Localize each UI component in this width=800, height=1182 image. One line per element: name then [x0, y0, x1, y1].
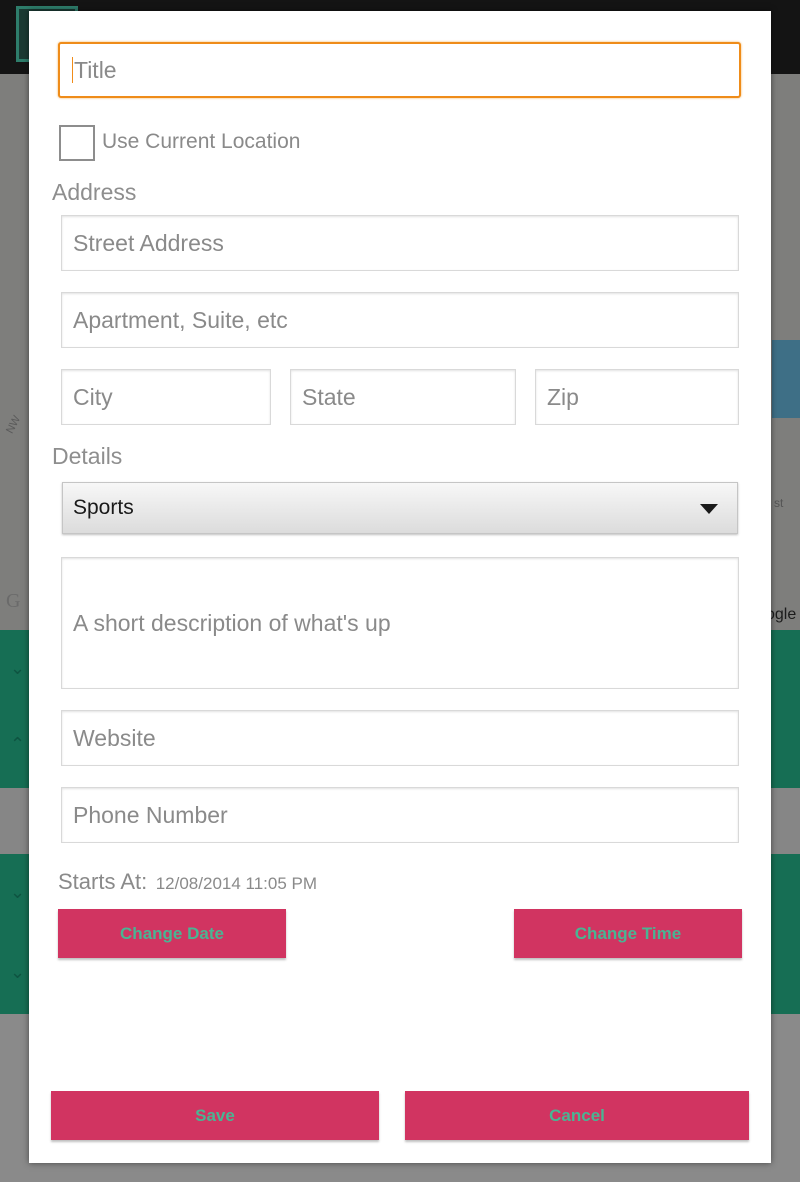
chevron-up-icon: ⌃	[10, 734, 26, 754]
map-attribution-left: G	[6, 590, 21, 612]
phone-number-placeholder: Phone Number	[73, 801, 228, 828]
change-time-button[interactable]: Change Time	[514, 909, 742, 958]
description-input[interactable]: A short description of what's up	[61, 557, 739, 689]
use-current-location-checkbox[interactable]	[59, 125, 95, 161]
chevron-down-icon: ⌄	[10, 882, 26, 902]
street-address-placeholder: Street Address	[73, 229, 224, 256]
title-placeholder: Title	[74, 56, 117, 83]
map-water	[772, 340, 800, 418]
text-cursor	[72, 57, 73, 83]
city-placeholder: City	[73, 383, 113, 410]
title-input[interactable]: Title	[58, 42, 741, 98]
use-current-location-label[interactable]: Use Current Location	[102, 130, 300, 154]
apartment-input[interactable]: Apartment, Suite, etc	[61, 292, 739, 348]
chevron-down-icon: ⌄	[10, 962, 26, 982]
category-selected-value: Sports	[73, 496, 134, 519]
zip-input[interactable]: Zip	[535, 369, 739, 425]
category-select[interactable]: Sports	[62, 482, 738, 534]
street-address-input[interactable]: Street Address	[61, 215, 739, 271]
dropdown-arrow-icon	[700, 504, 718, 514]
details-heading: Details	[52, 443, 123, 469]
phone-number-input[interactable]: Phone Number	[61, 787, 739, 843]
map-street-suffix: st	[774, 496, 784, 510]
description-placeholder: A short description of what's up	[73, 609, 391, 636]
starts-at-value: 12/08/2014 11:05 PM	[155, 874, 318, 893]
website-placeholder: Website	[73, 724, 156, 751]
city-input[interactable]: City	[61, 369, 271, 425]
state-input[interactable]: State	[290, 369, 516, 425]
chevron-down-icon: ⌄	[10, 658, 26, 678]
cancel-button[interactable]: Cancel	[405, 1091, 749, 1140]
starts-at-row: Starts At: 12/08/2014 11:05 PM	[58, 869, 317, 895]
state-placeholder: State	[302, 383, 356, 410]
zip-placeholder: Zip	[547, 383, 579, 410]
apartment-placeholder: Apartment, Suite, etc	[73, 306, 288, 333]
website-input[interactable]: Website	[61, 710, 739, 766]
address-heading: Address	[52, 179, 137, 205]
new-event-dialog: Title Use Current Location Address Stree…	[29, 11, 771, 1163]
change-date-button[interactable]: Change Date	[58, 909, 286, 958]
save-button[interactable]: Save	[51, 1091, 379, 1140]
starts-at-label: Starts At:	[58, 869, 148, 894]
